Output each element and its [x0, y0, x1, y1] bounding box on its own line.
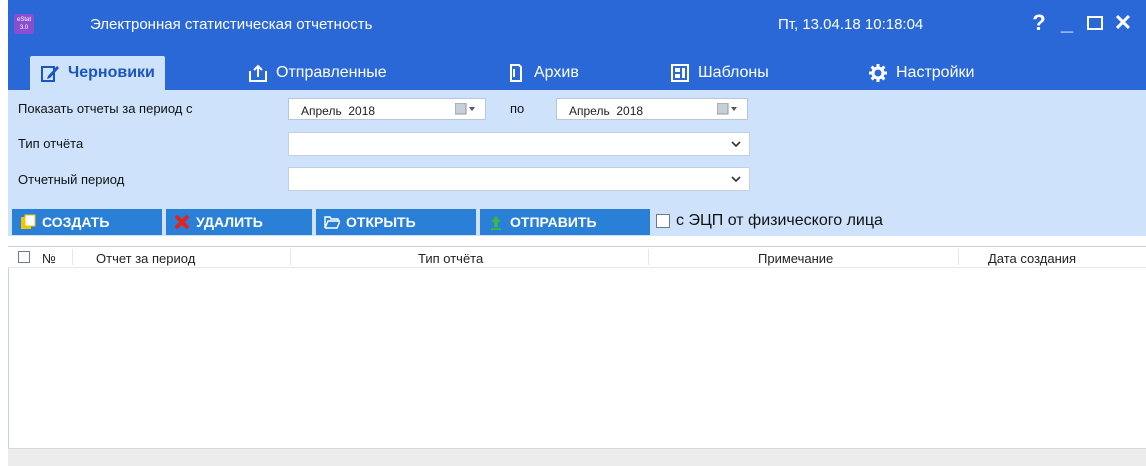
open-button[interactable]: ОТКРЫТЬ: [316, 209, 476, 235]
template-icon: [670, 63, 690, 83]
period-from-picker[interactable]: Апрель 2018: [288, 98, 486, 120]
tab-settings-label: Настройки: [896, 64, 975, 81]
maximize-icon: [1087, 16, 1103, 30]
send-button[interactable]: ОТПРАВИТЬ: [480, 209, 650, 235]
folder-open-icon: [324, 214, 340, 230]
send-upload-icon: [488, 214, 504, 230]
tab-drafts[interactable]: Черновики: [30, 56, 165, 90]
column-separator[interactable]: [648, 249, 649, 265]
minimize-button[interactable]: _: [1054, 8, 1080, 38]
app-logo: eStat 3.0: [14, 14, 34, 34]
maximize-button[interactable]: [1082, 8, 1108, 38]
tab-templates[interactable]: Шаблоны: [660, 56, 779, 90]
chevron-down-icon: [731, 141, 741, 148]
report-type-select[interactable]: [288, 132, 750, 156]
period-from-value: Апрель 2018: [301, 104, 376, 118]
tab-templates-label: Шаблоны: [698, 64, 769, 81]
title-bar: eStat 3.0 Электронная статистическая отч…: [8, 0, 1146, 50]
reporting-period-select[interactable]: [288, 167, 750, 191]
tab-drafts-label: Черновики: [68, 64, 155, 81]
upload-icon: [248, 63, 268, 83]
create-button-label: СОЗДАТЬ: [42, 214, 110, 230]
create-button[interactable]: СОЗДАТЬ: [12, 209, 162, 235]
status-bar: [8, 448, 1146, 466]
help-button[interactable]: ?: [1026, 8, 1052, 38]
report-type-label: Тип отчёта: [18, 136, 84, 151]
period-label: Показать отчеты за период с: [18, 101, 193, 116]
period-to-label: по: [510, 101, 525, 116]
tab-sent-label: Отправленные: [276, 64, 387, 81]
delete-x-icon: [174, 214, 190, 230]
period-to-value: Апрель 2018: [569, 104, 644, 118]
period-to-picker[interactable]: Апрель 2018: [556, 98, 748, 120]
signature-checkbox-row[interactable]: с ЭЦП от физического лица: [656, 212, 883, 230]
tab-sent[interactable]: Отправленные: [238, 56, 397, 90]
tab-settings[interactable]: Настройки: [858, 56, 984, 90]
window-title: Электронная статистическая отчетность: [90, 16, 373, 33]
column-header-created-date[interactable]: Дата создания: [988, 251, 1076, 266]
reports-table-body[interactable]: [8, 268, 1146, 448]
open-button-label: ОТКРЫТЬ: [346, 214, 416, 230]
column-header-report-type[interactable]: Тип отчёта: [418, 251, 483, 266]
gear-icon: [868, 63, 888, 83]
calendar-dropdown-icon: [717, 103, 737, 115]
delete-button[interactable]: УДАЛИТЬ: [166, 209, 312, 235]
archive-icon: [506, 63, 526, 83]
delete-button-label: УДАЛИТЬ: [196, 214, 263, 230]
select-all-checkbox[interactable]: [18, 251, 30, 263]
column-separator[interactable]: [290, 249, 291, 265]
datetime-display: Пт, 13.04.18 10:18:04: [778, 16, 924, 33]
reporting-period-label: Отчетный период: [18, 172, 125, 187]
column-header-number[interactable]: №: [42, 251, 56, 266]
app-window: eStat 3.0 Электронная статистическая отч…: [8, 0, 1146, 466]
calendar-dropdown-icon: [455, 103, 475, 115]
column-header-note[interactable]: Примечание: [758, 251, 833, 266]
close-button[interactable]: ✕: [1110, 8, 1136, 38]
pencil-icon: [40, 63, 60, 83]
signature-checkbox[interactable]: [656, 214, 670, 228]
table-header: № Отчет за период Тип отчёта Примечание …: [8, 246, 1146, 268]
signature-checkbox-label: с ЭЦП от физического лица: [676, 212, 883, 229]
tab-archive[interactable]: Архив: [496, 56, 589, 90]
chevron-down-icon: [731, 176, 741, 183]
tab-archive-label: Архив: [534, 64, 579, 81]
column-separator[interactable]: [72, 249, 73, 265]
new-document-icon: [20, 214, 36, 230]
column-header-period[interactable]: Отчет за период: [96, 251, 195, 266]
tab-bar: Черновики Отправленные Архив Шаблоны Нас…: [8, 50, 1146, 90]
column-separator[interactable]: [958, 249, 959, 265]
send-button-label: ОТПРАВИТЬ: [510, 214, 597, 230]
